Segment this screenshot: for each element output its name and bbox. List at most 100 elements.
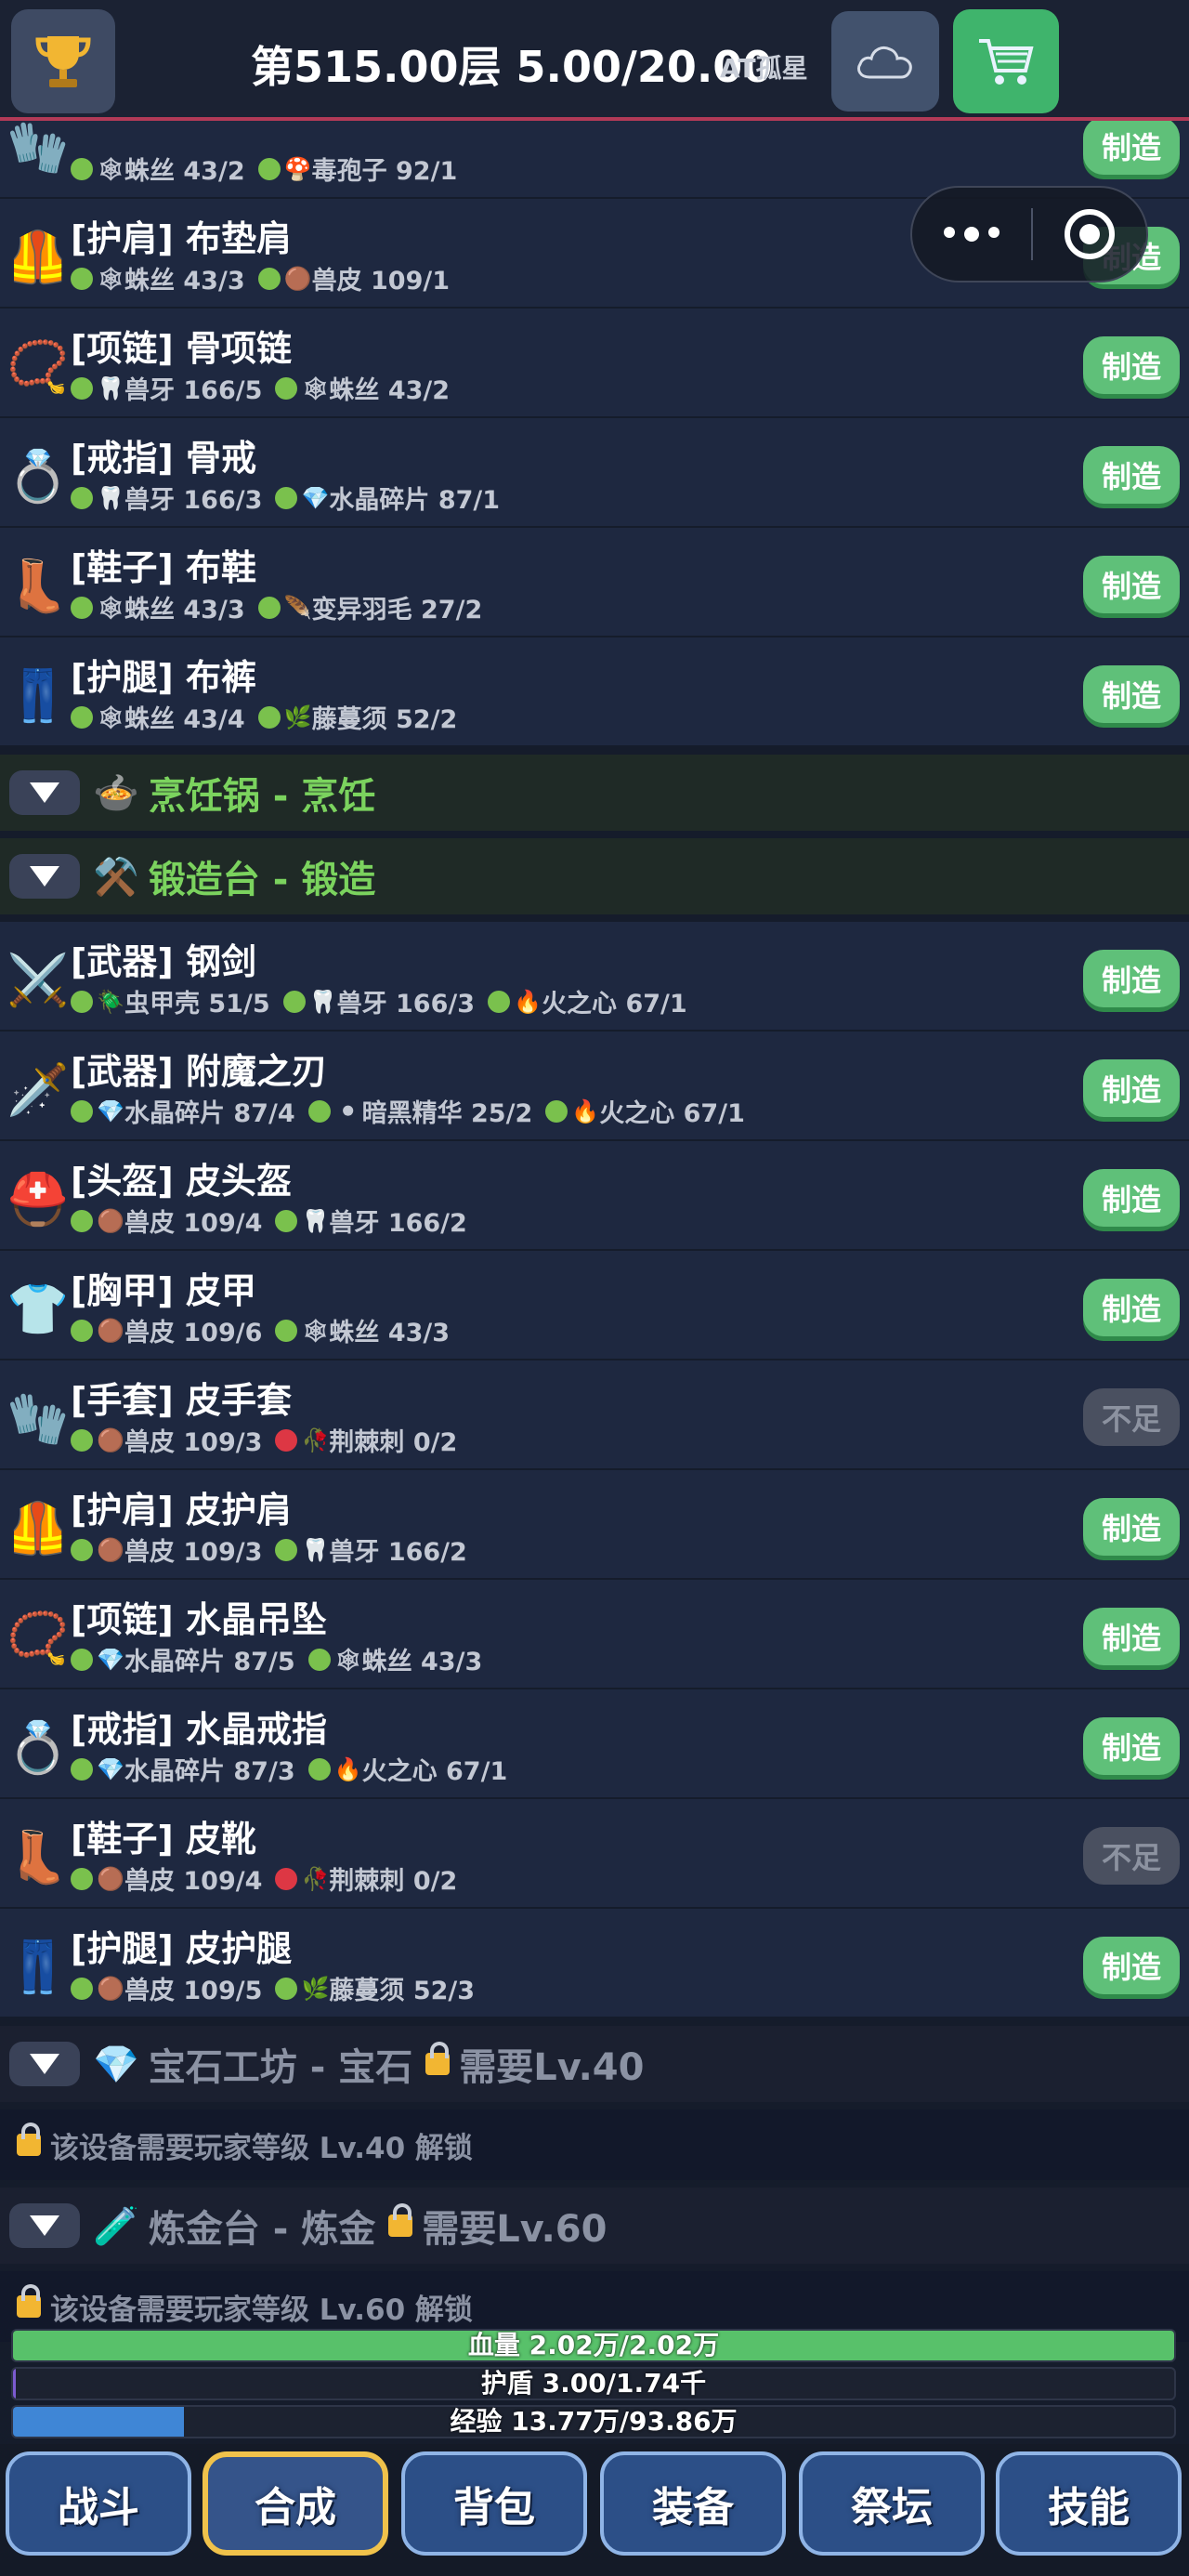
recipe-row: 👢 [鞋子] 皮靴 🟤 兽皮 109/4 🥀 荆棘刺 0/2 不足 xyxy=(0,1799,1189,1909)
nav-craft[interactable]: 合成 xyxy=(203,2451,388,2556)
craft-button[interactable]: 制造 xyxy=(1083,336,1180,394)
material-icon: 🔥 xyxy=(333,1755,362,1782)
material-count: 蛛丝 43/3 xyxy=(124,596,245,624)
craft-button[interactable]: 制造 xyxy=(1083,1608,1180,1665)
item-name: [鞋子] 布鞋 xyxy=(71,547,256,588)
craft-button[interactable]: 制造 xyxy=(1083,1498,1180,1556)
material-count: 兽皮 109/4 xyxy=(124,1209,263,1238)
nav-battle[interactable]: 战斗 xyxy=(6,2451,191,2556)
locked-message-text: 该设备需要玩家等级 Lv.40 解锁 xyxy=(50,2131,473,2165)
material-icon: ⚫ xyxy=(338,1097,358,1124)
material-list: 💎 水晶碎片 87/5 🕸 蛛丝 43/3 xyxy=(71,1641,482,1677)
enough-dot-icon xyxy=(71,1428,93,1452)
material: 🕸 蛛丝 43/3 xyxy=(71,260,245,296)
insufficient-button: 不足 xyxy=(1083,1827,1180,1885)
category-header[interactable]: 🧪 炼金台 - 炼金 需要Lv.60 xyxy=(0,2188,1189,2264)
material-count: 水晶碎片 87/5 xyxy=(124,1648,295,1676)
craft-button[interactable]: 制造 xyxy=(1083,665,1180,723)
recipe-row: 👢 [鞋子] 布鞋 🕸 蛛丝 43/3 🪶 变异羽毛 27/2 制造 xyxy=(0,528,1189,637)
close-miniprogram-button[interactable] xyxy=(1033,209,1146,259)
item-name: [武器] 附魔之刃 xyxy=(71,1051,327,1092)
category-title: 烹饪锅 - 烹饪 xyxy=(148,775,376,818)
material-count: 蛛丝 43/2 xyxy=(329,376,451,405)
enough-dot-icon xyxy=(71,1209,93,1232)
material: 🦷 兽牙 166/2 xyxy=(275,1203,467,1239)
craft-button[interactable]: 制造 xyxy=(1083,1937,1180,1994)
enough-dot-icon xyxy=(275,1209,298,1232)
collapse-toggle[interactable] xyxy=(9,770,80,815)
craft-button[interactable]: 制造 xyxy=(1083,446,1180,504)
item-name: [头盔] 皮头盔 xyxy=(71,1161,292,1202)
material-icon: 🕸 xyxy=(97,265,125,292)
enough-dot-icon xyxy=(71,1757,93,1781)
category-header[interactable]: ⚒️ 锻造台 - 锻造 xyxy=(0,838,1189,914)
craft-button[interactable]: 制造 xyxy=(1083,117,1180,175)
material: 💎 水晶碎片 87/4 xyxy=(71,1093,295,1129)
cloud-save-button[interactable] xyxy=(831,11,939,112)
enough-dot-icon xyxy=(545,1099,568,1123)
recipe-row: ⛑️ [头盔] 皮头盔 🟤 兽皮 109/4 🦷 兽牙 166/2 制造 xyxy=(0,1141,1189,1251)
item-icon: 🦺 xyxy=(7,228,70,286)
item-name: [戒指] 水晶戒指 xyxy=(71,1709,327,1750)
lacking-dot-icon xyxy=(275,1867,298,1890)
material-icon: 💎 xyxy=(97,1097,124,1124)
collapse-toggle[interactable] xyxy=(9,2042,80,2086)
lock-icon xyxy=(425,2042,451,2075)
miniprogram-capsule xyxy=(910,186,1148,283)
craft-button[interactable]: 制造 xyxy=(1083,1169,1180,1227)
material-list: 🟤 兽皮 109/6 🕸 蛛丝 43/3 xyxy=(71,1312,450,1348)
craft-button[interactable]: 制造 xyxy=(1083,950,1180,1007)
recipe-row: 📿 [项链] 骨项链 🦷 兽牙 166/5 🕸 蛛丝 43/2 制造 xyxy=(0,309,1189,418)
enough-dot-icon xyxy=(71,596,93,619)
enough-dot-icon xyxy=(488,990,511,1013)
material: 💎 水晶碎片 87/1 xyxy=(275,480,500,516)
material-list: 🟤 兽皮 109/4 🥀 荆棘刺 0/2 xyxy=(71,1860,457,1897)
collapse-toggle[interactable] xyxy=(9,2203,80,2248)
enough-dot-icon xyxy=(71,1319,93,1342)
lock-icon xyxy=(17,2123,41,2156)
nav-equipment[interactable]: 装备 xyxy=(600,2451,786,2556)
material-list: 🟤 兽皮 109/4 🦷 兽牙 166/2 xyxy=(71,1203,467,1239)
item-icon: 👢 xyxy=(7,557,70,615)
material: 🪲 虫甲壳 51/5 xyxy=(71,983,270,1019)
material-icon: 🟤 xyxy=(97,1975,124,2002)
craft-button[interactable]: 制造 xyxy=(1083,1717,1180,1775)
material: 🦷 兽牙 166/2 xyxy=(275,1531,467,1568)
recipe-row: 🗡️ [武器] 附魔之刃 💎 水晶碎片 87/4 ⚫ 暗黑精华 25/2 🔥 火之心 67/1… xyxy=(0,1032,1189,1141)
enough-dot-icon xyxy=(71,1648,93,1671)
category-header[interactable]: 💎 宝石工坊 - 宝石 需要Lv.40 xyxy=(0,2026,1189,2102)
craft-button[interactable]: 制造 xyxy=(1083,1059,1180,1117)
trophy-button[interactable] xyxy=(11,9,115,113)
shop-button[interactable] xyxy=(953,9,1059,113)
nav-bag[interactable]: 背包 xyxy=(401,2451,587,2556)
craft-button[interactable]: 制造 xyxy=(1083,1279,1180,1336)
material-list: 🕸 蛛丝 43/2 🍄 毒孢子 92/1 xyxy=(71,151,457,187)
recipe-row: 👖 [护腿] 布裤 🕸 蛛丝 43/4 🌿 藤蔓须 52/2 制造 xyxy=(0,637,1189,747)
material: 🦷 兽牙 166/3 xyxy=(282,983,475,1019)
item-icon: 👕 xyxy=(7,1280,70,1338)
exp-bar: 经验 13.77万/93.86万 xyxy=(11,2405,1176,2438)
craft-button[interactable]: 制造 xyxy=(1083,556,1180,613)
material-count: 兽牙 166/2 xyxy=(329,1209,467,1238)
recipe-row: 🦺 [护肩] 皮护肩 🟤 兽皮 109/3 🦷 兽牙 166/2 制造 xyxy=(0,1470,1189,1580)
material-icon: 🥀 xyxy=(301,1865,330,1892)
material-icon: 🟤 xyxy=(97,1426,124,1453)
category-header[interactable]: 🍲 烹饪锅 - 烹饪 xyxy=(0,755,1189,831)
nav-altar[interactable]: 祭坛 xyxy=(799,2451,985,2556)
shield-label: 护盾 3.00/1.74千 xyxy=(480,2368,707,2399)
level-requirement: 需要Lv.60 xyxy=(388,2199,607,2253)
locked-message-text: 该设备需要玩家等级 Lv.60 解锁 xyxy=(50,2293,473,2327)
cart-icon xyxy=(979,39,1034,85)
enough-dot-icon xyxy=(257,705,281,729)
more-menu-button[interactable] xyxy=(912,227,1031,242)
material: 🌿 藤蔓须 52/2 xyxy=(257,699,457,735)
collapse-toggle[interactable] xyxy=(9,854,80,899)
material-count: 水晶碎片 87/3 xyxy=(124,1757,295,1786)
material-icon: 🥀 xyxy=(301,1426,330,1453)
item-name: [武器] 钢剑 xyxy=(71,941,256,982)
nav-skills[interactable]: 技能 xyxy=(996,2451,1182,2556)
material-count: 水晶碎片 87/4 xyxy=(124,1099,295,1128)
triangle-down-icon xyxy=(30,2215,59,2236)
material: 🥀 荆棘刺 0/2 xyxy=(275,1422,457,1458)
material: 🔥 火之心 67/1 xyxy=(307,1751,507,1787)
